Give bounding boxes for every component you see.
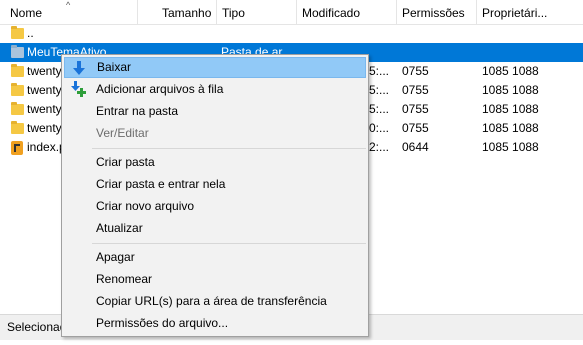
menu-item-rename[interactable]: Renomear bbox=[64, 269, 366, 290]
menu-item-label: Baixar bbox=[97, 60, 132, 74]
menu-item-add-to-queue[interactable]: Adicionar arquivos à fila bbox=[64, 79, 366, 100]
file-owner: 1085 1088 bbox=[482, 64, 539, 78]
menu-item-copy-urls[interactable]: Copiar URL(s) para a área de transferênc… bbox=[64, 291, 366, 312]
file-modified: 5:... bbox=[369, 64, 390, 78]
file-permissions: 0644 bbox=[402, 140, 429, 154]
menu-item-create-file[interactable]: Criar novo arquivo bbox=[64, 196, 366, 217]
menu-item-create-enter-folder[interactable]: Criar pasta e entrar nela bbox=[64, 174, 366, 195]
file-name: twenty bbox=[27, 64, 62, 78]
menu-item-label: Copiar URL(s) para a área de transferênc… bbox=[96, 294, 327, 308]
file-owner: 1085 1088 bbox=[482, 102, 539, 116]
file-row-parent[interactable]: .. bbox=[0, 24, 583, 43]
file-modified: 0:... bbox=[369, 121, 390, 135]
menu-item-label: Permissões do arquivo... bbox=[96, 316, 229, 330]
file-name: .. bbox=[27, 26, 34, 40]
sort-ascending-icon: ^ bbox=[66, 0, 71, 10]
menu-separator bbox=[92, 148, 366, 149]
php-file-icon bbox=[11, 141, 23, 155]
download-arrow-icon bbox=[73, 61, 85, 75]
menu-item-file-permissions[interactable]: Permissões do arquivo... bbox=[64, 313, 366, 334]
context-menu: Baixar Adicionar arquivos à fila Entrar … bbox=[61, 54, 369, 337]
file-permissions: 0755 bbox=[402, 83, 429, 97]
folder-icon bbox=[11, 64, 24, 77]
menu-separator bbox=[92, 243, 366, 244]
menu-item-label: Atualizar bbox=[96, 221, 143, 235]
column-header: Nome ^ Tamanho Tipo Modificado Permissõe… bbox=[0, 0, 583, 25]
folder-icon bbox=[11, 121, 24, 134]
file-name: twenty bbox=[27, 83, 62, 97]
menu-item-label: Criar pasta e entrar nela bbox=[96, 177, 226, 191]
file-permissions: 0755 bbox=[402, 64, 429, 78]
file-name: index.p bbox=[27, 140, 66, 154]
menu-item-enter-folder[interactable]: Entrar na pasta bbox=[64, 101, 366, 122]
file-modified: 5:... bbox=[369, 102, 390, 116]
file-permissions: 0755 bbox=[402, 102, 429, 116]
folder-icon bbox=[11, 45, 24, 58]
column-name[interactable]: Nome bbox=[5, 0, 138, 24]
file-modified: 5:... bbox=[369, 83, 390, 97]
menu-item-create-folder[interactable]: Criar pasta bbox=[64, 152, 366, 173]
file-owner: 1085 1088 bbox=[482, 140, 539, 154]
column-permissions[interactable]: Permissões bbox=[397, 0, 477, 24]
menu-item-download[interactable]: Baixar bbox=[64, 57, 366, 78]
menu-item-delete[interactable]: Apagar bbox=[64, 247, 366, 268]
menu-item-refresh[interactable]: Atualizar bbox=[64, 218, 366, 239]
menu-item-label: Renomear bbox=[96, 272, 153, 286]
menu-item-view-edit[interactable]: Ver/Editar bbox=[64, 123, 366, 144]
column-owner[interactable]: Proprietári... bbox=[477, 0, 583, 24]
menu-item-label: Criar pasta bbox=[96, 155, 155, 169]
menu-item-label: Criar novo arquivo bbox=[96, 199, 195, 213]
menu-item-label: Apagar bbox=[96, 250, 135, 264]
file-owner: 1085 1088 bbox=[482, 121, 539, 135]
menu-item-label: Ver/Editar bbox=[96, 126, 149, 140]
add-to-queue-icon bbox=[71, 81, 86, 97]
column-modified[interactable]: Modificado bbox=[297, 0, 397, 24]
file-name: twenty bbox=[27, 121, 62, 135]
status-text: Selecionad bbox=[7, 320, 67, 334]
file-permissions: 0755 bbox=[402, 121, 429, 135]
folder-icon bbox=[11, 83, 24, 96]
folder-icon bbox=[11, 102, 24, 115]
file-owner: 1085 1088 bbox=[482, 83, 539, 97]
file-name: twenty bbox=[27, 102, 62, 116]
column-type[interactable]: Tipo bbox=[217, 0, 297, 24]
menu-item-label: Adicionar arquivos à fila bbox=[96, 82, 224, 96]
column-size[interactable]: Tamanho bbox=[157, 0, 217, 24]
file-modified: 2:... bbox=[369, 140, 390, 154]
folder-icon bbox=[11, 26, 24, 39]
menu-item-label: Entrar na pasta bbox=[96, 104, 179, 118]
